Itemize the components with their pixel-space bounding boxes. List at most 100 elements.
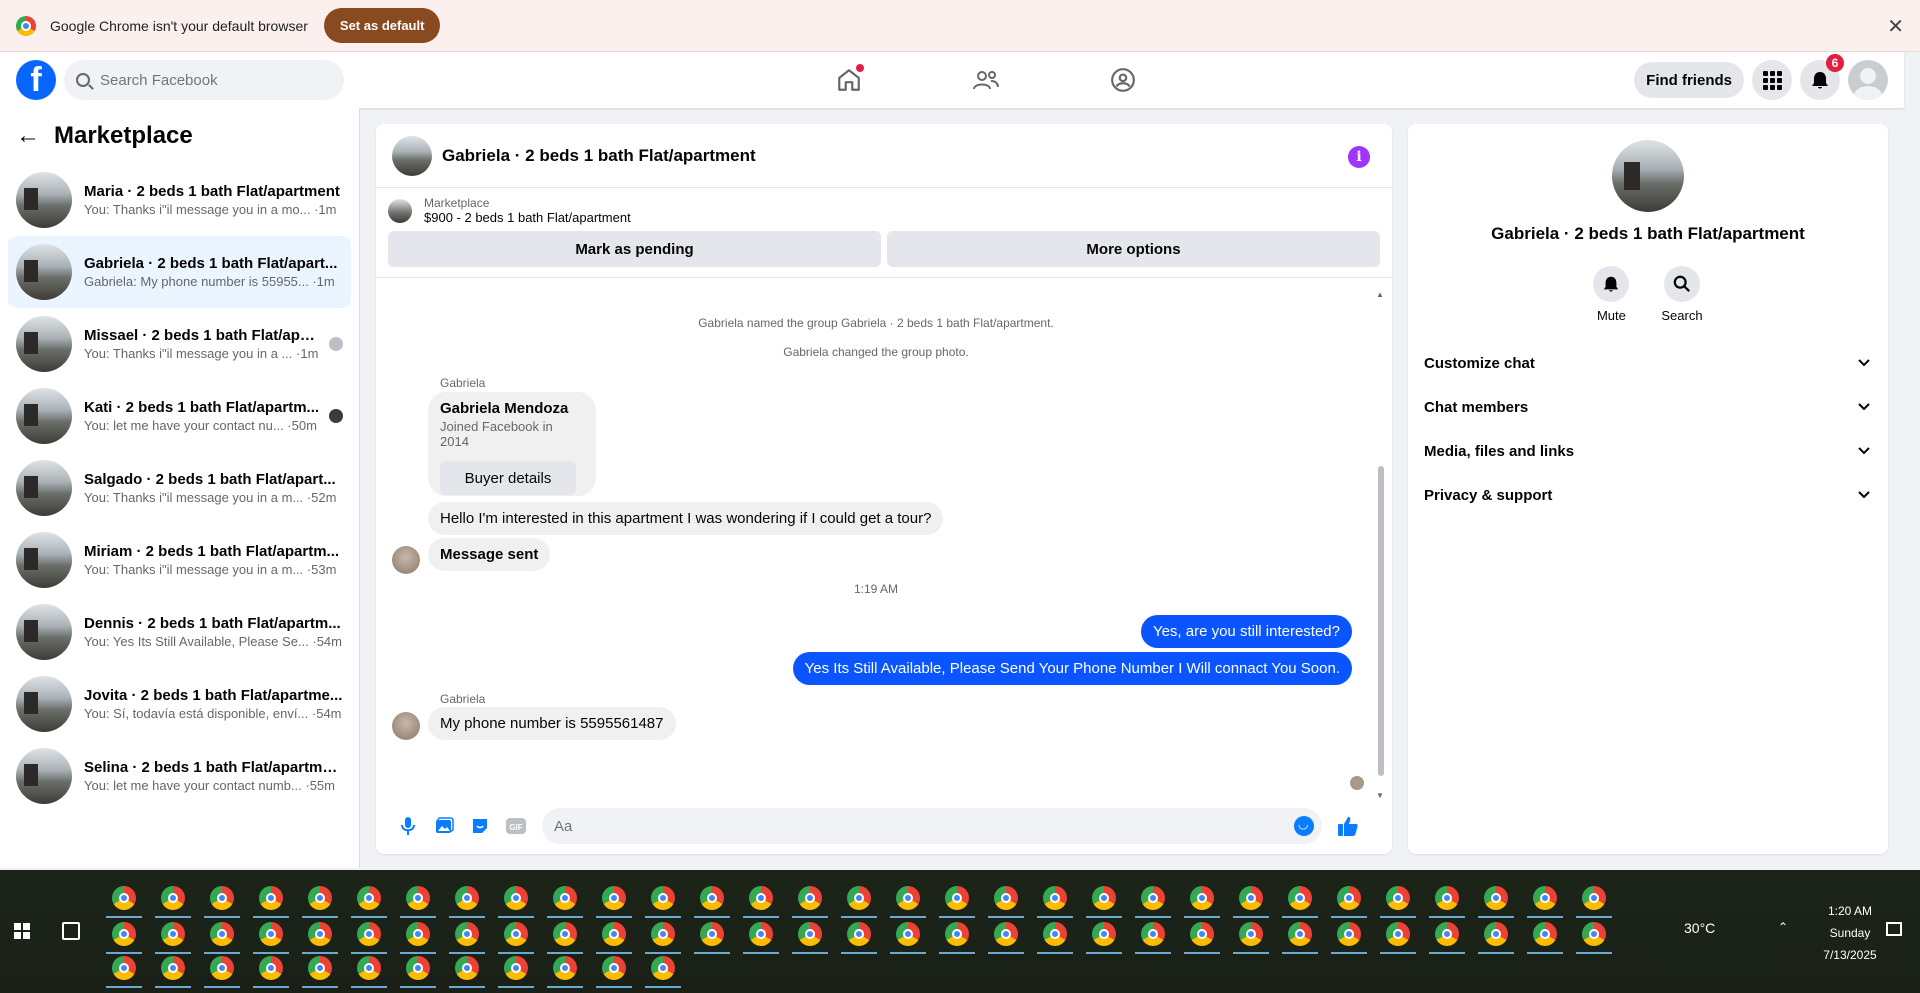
taskbar-browser-icon[interactable] bbox=[1533, 886, 1557, 910]
facebook-logo-icon[interactable]: f bbox=[16, 60, 56, 100]
taskbar-browser-icon[interactable] bbox=[945, 886, 969, 910]
scrollbar-thumb[interactable] bbox=[1378, 466, 1384, 776]
taskbar-browser-icon[interactable] bbox=[210, 922, 234, 946]
taskbar-browser-icon[interactable] bbox=[1043, 886, 1067, 910]
taskbar-browser-icon[interactable] bbox=[847, 886, 871, 910]
taskbar-browser-icon[interactable] bbox=[406, 922, 430, 946]
taskbar-browser-icon[interactable] bbox=[1092, 922, 1116, 946]
conversation-item[interactable]: Maria · 2 beds 1 bath Flat/apartment You:… bbox=[8, 164, 351, 236]
taskbar-browser-icon[interactable] bbox=[700, 922, 724, 946]
task-view-icon[interactable] bbox=[62, 922, 80, 940]
home-tab[interactable] bbox=[780, 52, 917, 108]
windows-start-icon[interactable] bbox=[14, 923, 30, 939]
taskbar-browser-icon[interactable] bbox=[553, 886, 577, 910]
close-icon[interactable]: ✕ bbox=[1887, 14, 1904, 39]
menu-button[interactable] bbox=[1752, 60, 1792, 100]
conversation-item[interactable]: Kati · 2 beds 1 bath Flat/apartm... You: … bbox=[8, 380, 351, 452]
taskbar-browser-icon[interactable] bbox=[945, 922, 969, 946]
taskbar-browser-icon[interactable] bbox=[1239, 922, 1263, 946]
taskbar-browser-icon[interactable] bbox=[1092, 886, 1116, 910]
mark-pending-button[interactable]: Mark as pending bbox=[388, 231, 881, 267]
tray-overflow-icon[interactable]: ⌃ bbox=[1778, 920, 1788, 934]
taskbar-browser-icon[interactable] bbox=[798, 922, 822, 946]
find-friends-button[interactable]: Find friends bbox=[1634, 62, 1744, 98]
conversation-item[interactable]: Jovita · 2 beds 1 bath Flat/apartme... Yo… bbox=[8, 668, 351, 740]
chat-avatar[interactable] bbox=[392, 135, 432, 176]
weather-temperature[interactable]: 30°C bbox=[1684, 920, 1715, 936]
search-box[interactable] bbox=[64, 60, 344, 100]
mute-action[interactable]: Mute bbox=[1593, 266, 1630, 323]
taskbar-browser-icon[interactable] bbox=[308, 956, 332, 980]
taskbar-browser-icon[interactable] bbox=[406, 886, 430, 910]
taskbar-browser-icon[interactable] bbox=[1288, 922, 1312, 946]
taskbar-browser-icon[interactable] bbox=[161, 886, 185, 910]
taskbar-browser-icon[interactable] bbox=[259, 886, 283, 910]
info-section[interactable]: Privacy & support bbox=[1408, 473, 1888, 517]
taskbar-browser-icon[interactable] bbox=[1435, 922, 1459, 946]
taskbar-browser-icon[interactable] bbox=[357, 956, 381, 980]
like-button[interactable] bbox=[1330, 808, 1366, 844]
voice-clip-button[interactable] bbox=[390, 808, 426, 844]
message-scrollbar[interactable]: ▲ ▼ bbox=[1376, 290, 1386, 800]
attach-photo-button[interactable] bbox=[426, 808, 462, 844]
taskbar-browser-icon[interactable] bbox=[455, 886, 479, 910]
chat-title[interactable]: Gabriela · 2 beds 1 bath Flat/apartment bbox=[442, 146, 756, 166]
message-input-box[interactable] bbox=[542, 808, 1322, 844]
taskbar-browser-icon[interactable] bbox=[1190, 886, 1214, 910]
search-button[interactable] bbox=[1663, 266, 1700, 302]
taskbar-browser-icon[interactable] bbox=[161, 956, 185, 980]
notification-center-icon[interactable] bbox=[1886, 922, 1902, 936]
sender-avatar[interactable] bbox=[392, 712, 420, 740]
taskbar-browser-icon[interactable] bbox=[357, 886, 381, 910]
taskbar-browser-icon[interactable] bbox=[210, 956, 234, 980]
groups-tab[interactable] bbox=[1054, 52, 1191, 108]
search-action[interactable]: Search bbox=[1661, 266, 1703, 323]
taskbar-browser-icon[interactable] bbox=[1435, 886, 1459, 910]
taskbar-browser-icon[interactable] bbox=[1337, 886, 1361, 910]
message-input[interactable] bbox=[554, 817, 1254, 835]
taskbar-browser-icon[interactable] bbox=[798, 886, 822, 910]
taskbar-browser-icon[interactable] bbox=[1288, 886, 1312, 910]
taskbar-browser-icon[interactable] bbox=[847, 922, 871, 946]
listing-row[interactable]: Marketplace $900 - 2 beds 1 bath Flat/ap… bbox=[388, 196, 1380, 225]
taskbar-browser-icon[interactable] bbox=[259, 956, 283, 980]
taskbar-browser-icon[interactable] bbox=[161, 922, 185, 946]
sender-avatar[interactable] bbox=[392, 546, 420, 574]
taskbar-browser-icon[interactable] bbox=[308, 886, 332, 910]
conversation-item[interactable]: Selina · 2 beds 1 bath Flat/apartme... Yo… bbox=[8, 740, 351, 812]
conversation-item[interactable]: Salgado · 2 beds 1 bath Flat/apart... You… bbox=[8, 452, 351, 524]
notifications-button[interactable]: 6 bbox=[1800, 54, 1844, 100]
info-icon[interactable]: i bbox=[1348, 146, 1370, 168]
taskbar-browser-icon[interactable] bbox=[112, 886, 136, 910]
taskbar-clock[interactable]: 1:20 AM Sunday 7/13/2025 bbox=[1810, 900, 1890, 966]
conversation-item[interactable]: Miriam · 2 beds 1 bath Flat/apartm... You… bbox=[8, 524, 351, 596]
taskbar-browser-icon[interactable] bbox=[406, 956, 430, 980]
emoji-icon[interactable] bbox=[1294, 816, 1314, 836]
profile-avatar[interactable] bbox=[1848, 60, 1888, 100]
taskbar-browser-icon[interactable] bbox=[259, 922, 283, 946]
taskbar-browser-icon[interactable] bbox=[994, 886, 1018, 910]
back-arrow-icon[interactable]: ← bbox=[16, 122, 40, 150]
taskbar-browser-icon[interactable] bbox=[504, 886, 528, 910]
taskbar-browser-icon[interactable] bbox=[357, 922, 381, 946]
group-avatar[interactable] bbox=[1612, 140, 1684, 212]
taskbar-browser-icon[interactable] bbox=[749, 922, 773, 946]
taskbar-browser-icon[interactable] bbox=[896, 922, 920, 946]
taskbar-browser-icon[interactable] bbox=[1239, 886, 1263, 910]
taskbar-browser-icon[interactable] bbox=[651, 886, 675, 910]
taskbar-browser-icon[interactable] bbox=[602, 956, 626, 980]
taskbar-browser-icon[interactable] bbox=[1484, 922, 1508, 946]
conversation-item[interactable]: Gabriela · 2 beds 1 bath Flat/apart... Ga… bbox=[8, 236, 351, 308]
conversation-item[interactable]: Dennis · 2 beds 1 bath Flat/apartm... You… bbox=[8, 596, 351, 668]
taskbar-browser-icon[interactable] bbox=[749, 886, 773, 910]
scroll-up-icon[interactable]: ▲ bbox=[1376, 290, 1384, 299]
info-section[interactable]: Customize chat bbox=[1408, 341, 1888, 385]
taskbar-browser-icon[interactable] bbox=[602, 886, 626, 910]
taskbar-browser-icon[interactable] bbox=[553, 922, 577, 946]
conversation-item[interactable]: Missael · 2 beds 1 bath Flat/apar... You:… bbox=[8, 308, 351, 380]
more-options-button[interactable]: More options bbox=[887, 231, 1380, 267]
taskbar-browser-icon[interactable] bbox=[455, 922, 479, 946]
taskbar-browser-icon[interactable] bbox=[504, 922, 528, 946]
taskbar-browser-icon[interactable] bbox=[602, 922, 626, 946]
taskbar-browser-icon[interactable] bbox=[1141, 886, 1165, 910]
